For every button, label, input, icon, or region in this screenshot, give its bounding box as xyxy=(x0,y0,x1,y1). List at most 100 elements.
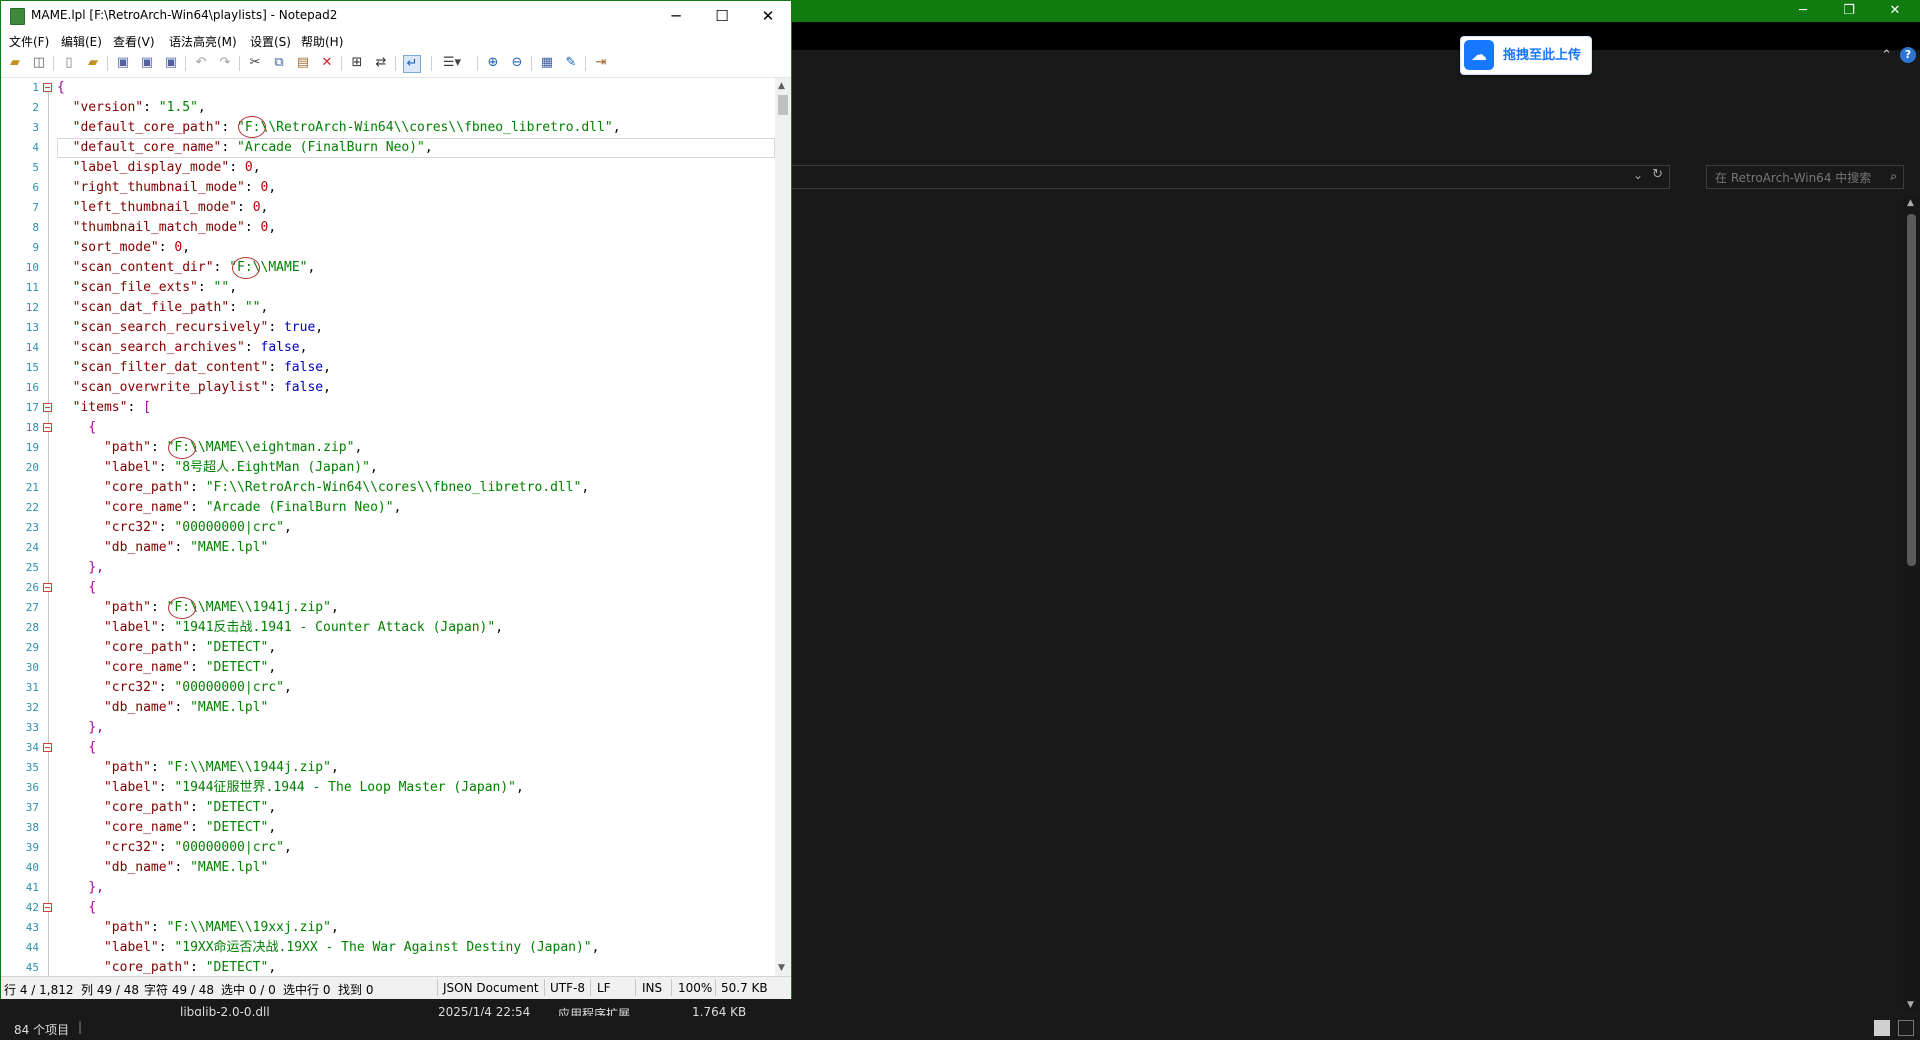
code-token: "scan_overwrite_playlist" xyxy=(72,380,269,395)
code-token: : xyxy=(229,160,245,175)
window-title: MAME.lpl [F:\RetroArch-Win64\playlists] … xyxy=(31,8,338,22)
menu-syntax[interactable]: 语法高亮(M) xyxy=(169,33,237,50)
line-number: 33 xyxy=(25,721,39,734)
status-eol[interactable]: LF xyxy=(597,981,611,995)
code-token: , xyxy=(197,100,206,115)
copy-icon[interactable]: ⧉ xyxy=(271,55,287,71)
code-token: , xyxy=(268,820,277,835)
replace-icon[interactable]: ⇄ xyxy=(373,55,389,71)
status-column: 列 49 / 48 xyxy=(81,983,140,997)
fold-marker[interactable] xyxy=(43,583,52,592)
explorer-minimize-button[interactable]: ─ xyxy=(1780,0,1826,22)
search-box[interactable]: ⌕ xyxy=(1706,165,1904,190)
ribbon-collapse-icon[interactable]: ⌃ xyxy=(1881,48,1892,63)
undo-icon[interactable]: ↶ xyxy=(193,55,209,71)
status-zoom[interactable]: 100% xyxy=(678,981,712,995)
toolbar-separator xyxy=(341,56,342,71)
notepad-titlebar: MAME.lpl [F:\RetroArch-Win64\playlists] … xyxy=(1,1,791,31)
menu-settings[interactable]: 设置(S) xyxy=(250,33,291,50)
line-number: 30 xyxy=(25,661,39,674)
line-number: 24 xyxy=(25,541,39,554)
minimize-button[interactable]: ─ xyxy=(653,1,699,31)
line-number: 5 xyxy=(32,161,39,174)
search-icon[interactable]: ⌕ xyxy=(1890,169,1897,184)
tiles-view-button[interactable] xyxy=(1898,1020,1914,1036)
paste-icon[interactable]: ▤ xyxy=(295,55,311,71)
zoom-in-icon[interactable]: ⊕ xyxy=(485,55,501,71)
status-separator xyxy=(437,979,438,996)
code-token: , xyxy=(612,120,621,135)
save-icon[interactable]: ▣ xyxy=(115,55,131,71)
code-token: "sort_mode" xyxy=(72,240,159,255)
redo-icon[interactable]: ↷ xyxy=(217,55,233,71)
address-dropdown-icon[interactable]: ⌄ xyxy=(1633,168,1643,182)
menu-edit[interactable]: 编辑(E) xyxy=(61,33,102,50)
code-line: }, xyxy=(57,558,104,578)
code-token: "DETECT" xyxy=(205,640,269,655)
editor-vertical-scrollbar[interactable]: ▲ ▼ xyxy=(775,78,791,976)
code-editor[interactable]: { "version": "1.5", "default_core_path":… xyxy=(57,78,775,976)
cloud-upload-button[interactable]: ☁ 拖拽至此上传 xyxy=(1460,36,1592,75)
open-file-icon[interactable]: ▰ xyxy=(85,55,101,71)
fold-marker[interactable] xyxy=(43,743,52,752)
code-line: "scan_overwrite_playlist": false, xyxy=(57,378,331,398)
code-line: "left_thumbnail_mode": 0, xyxy=(57,198,269,218)
menu-view[interactable]: 查看(V) xyxy=(113,33,155,50)
scheme-icon[interactable]: ▦ xyxy=(539,55,555,71)
help-icon[interactable]: ? xyxy=(1900,47,1916,63)
details-view-button[interactable] xyxy=(1874,1020,1890,1036)
status-mode[interactable]: INS xyxy=(642,981,662,995)
fold-marker[interactable] xyxy=(43,83,52,92)
search-input[interactable] xyxy=(1707,166,1887,190)
code-token: { xyxy=(57,80,65,95)
scroll-up-icon[interactable]: ▲ xyxy=(1907,198,1914,208)
explorer-restore-button[interactable]: ❐ xyxy=(1826,0,1872,22)
menu-help[interactable]: 帮助(H) xyxy=(301,33,343,50)
code-token: "items" xyxy=(72,400,128,415)
status-syntax[interactable]: JSON Document xyxy=(443,981,539,995)
address-bar[interactable]: ⌄ ↻ xyxy=(790,165,1670,189)
code-token: : xyxy=(221,140,238,155)
find-file-icon[interactable]: ◫ xyxy=(31,55,47,71)
fold-marker[interactable] xyxy=(43,903,52,912)
scroll-down-icon[interactable]: ▼ xyxy=(778,963,785,973)
save-copy-icon[interactable]: ▣ xyxy=(163,55,179,71)
exit-icon[interactable]: ⇥ xyxy=(593,55,609,71)
new-file-icon[interactable]: ▯ xyxy=(61,55,77,71)
zoom-out-icon[interactable]: ⊖ xyxy=(509,55,525,71)
browse-folder-icon[interactable]: ▰ xyxy=(7,55,23,71)
list-dropdown-icon[interactable]: ☰▾ xyxy=(439,55,465,71)
scrollbar-thumb[interactable] xyxy=(1907,214,1916,566)
word-wrap-icon[interactable]: ↵ xyxy=(403,55,421,73)
delete-icon[interactable]: ✕ xyxy=(319,55,335,71)
explorer-close-button[interactable]: ✕ xyxy=(1872,0,1918,22)
line-number: 39 xyxy=(25,841,39,854)
close-button[interactable]: ✕ xyxy=(745,1,791,31)
code-token: , xyxy=(516,780,524,795)
code-line: "label": "1941反击战.1941 - Counter Attack … xyxy=(57,618,503,638)
refresh-icon[interactable]: ↻ xyxy=(1652,167,1663,182)
code-token: "core_path" xyxy=(103,640,191,655)
save-as-icon[interactable]: ▣ xyxy=(139,55,155,71)
line-number: 10 xyxy=(25,261,39,274)
scrollbar-thumb[interactable] xyxy=(778,95,788,115)
status-encoding[interactable]: UTF-8 xyxy=(550,981,585,995)
code-token: : xyxy=(190,660,206,675)
code-line: "db_name": "MAME.lpl" xyxy=(57,538,268,558)
scroll-down-icon[interactable]: ▼ xyxy=(1907,1000,1914,1010)
menu-file[interactable]: 文件(F) xyxy=(9,33,49,50)
maximize-button[interactable]: ☐ xyxy=(699,1,745,31)
cut-icon[interactable]: ✂ xyxy=(247,55,263,71)
find-icon[interactable]: ⊞ xyxy=(349,55,365,71)
scroll-up-icon[interactable]: ▲ xyxy=(778,81,785,91)
code-line: "default_core_path": "F:\\RetroArch-Win6… xyxy=(57,118,621,138)
fold-marker[interactable] xyxy=(43,403,52,412)
explorer-vertical-scrollbar[interactable]: ▲ ▼ xyxy=(1903,196,1920,1012)
fold-marker[interactable] xyxy=(43,423,52,432)
customize-schemes-icon[interactable]: ✎ xyxy=(563,55,579,71)
line-number: 43 xyxy=(25,921,39,934)
